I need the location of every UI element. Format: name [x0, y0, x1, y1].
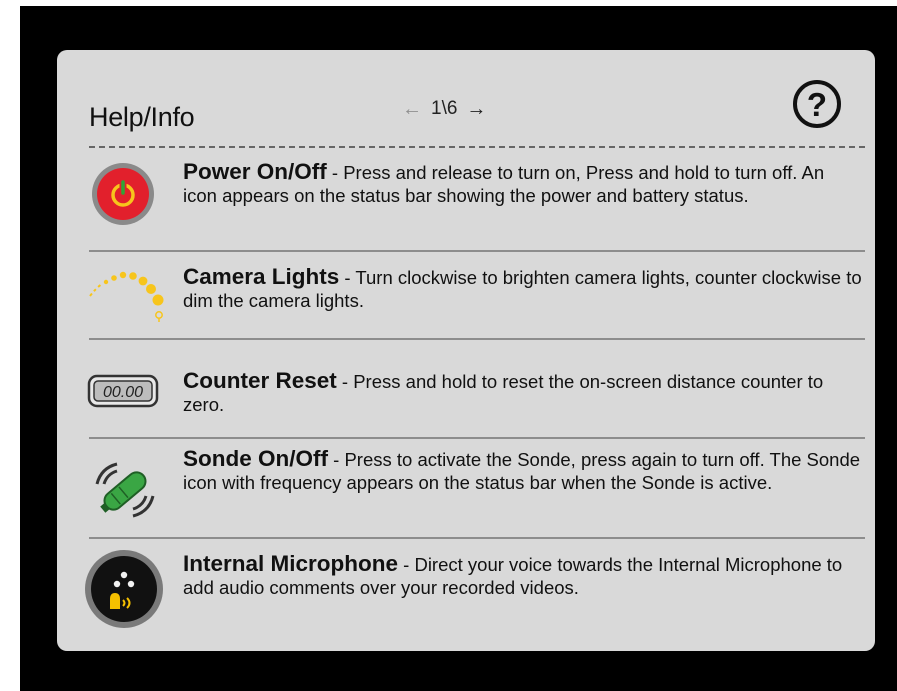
camera-lights-icon — [89, 271, 164, 322]
item-separator — [89, 537, 865, 539]
left-arrow-icon[interactable]: ← — [402, 98, 422, 121]
list-item-sonde: Sonde On/Off - Press to activate the Son… — [57, 446, 875, 534]
power-description: Power On/Off - Press and release to turn… — [183, 159, 863, 207]
header-divider — [89, 146, 865, 148]
item-separator — [89, 437, 865, 439]
item-name: Sonde On/Off — [183, 446, 328, 471]
device-screen: Help/Info ← 1\6 → ? Power On/Off - Press… — [20, 6, 897, 691]
camera-lights-description: Camera Lights - Turn clockwise to bright… — [183, 264, 863, 312]
page-indicator: 1\6 — [431, 98, 458, 119]
item-name: Camera Lights — [183, 264, 340, 289]
help-info-panel: Help/Info ← 1\6 → ? Power On/Off - Press… — [57, 50, 875, 651]
right-arrow-icon[interactable]: → — [466, 98, 486, 121]
list-item-power: Power On/Off - Press and release to turn… — [57, 159, 875, 247]
counter-digits: 00.00 — [103, 384, 143, 401]
sonde-description: Sonde On/Off - Press to activate the Son… — [183, 446, 863, 494]
sonde-icon — [95, 462, 155, 518]
help-question-icon[interactable]: ? — [793, 80, 841, 128]
item-name: Internal Microphone — [183, 551, 399, 576]
list-item-microphone: Internal Microphone - Direct your voice … — [57, 550, 875, 639]
counter-reset-description: Counter Reset - Press and hold to reset … — [183, 368, 863, 416]
microphone-description: Internal Microphone - Direct your voice … — [183, 551, 863, 599]
counter-icon: 00.00 — [87, 374, 159, 408]
page-navigator: ← 1\6 → — [402, 96, 486, 122]
item-name: Power On/Off — [183, 159, 327, 184]
power-icon — [92, 163, 154, 225]
item-separator — [89, 338, 865, 340]
panel-header: Help/Info ← 1\6 → ? — [57, 50, 875, 148]
item-separator — [89, 250, 865, 252]
microphone-icon — [85, 550, 163, 628]
list-item-counter-reset: 00.00 Counter Reset - Press and hold to … — [57, 368, 875, 440]
list-item-camera-lights: Camera Lights - Turn clockwise to bright… — [57, 264, 875, 342]
item-name: Counter Reset — [183, 368, 337, 393]
panel-title: Help/Info — [89, 102, 195, 132]
